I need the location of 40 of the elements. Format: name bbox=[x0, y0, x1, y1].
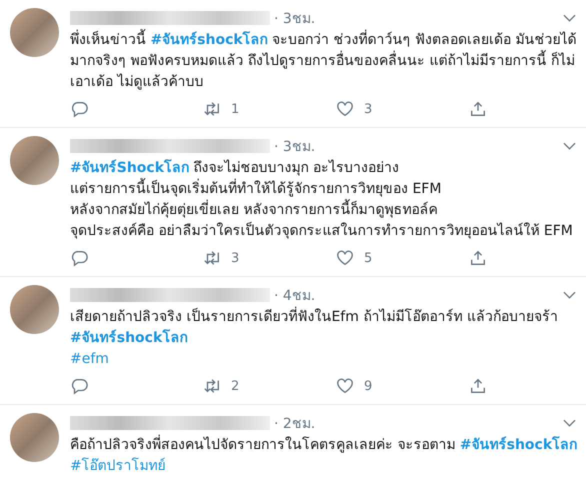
heart-icon[interactable] bbox=[336, 249, 354, 267]
tweet-time[interactable]: · 4ชม. bbox=[274, 284, 316, 306]
avatar[interactable] bbox=[10, 285, 59, 334]
share-icon[interactable] bbox=[469, 249, 487, 267]
hashtag-link[interactable]: #จันทร์shockโลก bbox=[460, 437, 578, 453]
reply-icon[interactable] bbox=[70, 249, 88, 267]
chevron-down-icon[interactable] bbox=[563, 14, 576, 22]
reply-icon[interactable] bbox=[70, 377, 88, 395]
hashtag-link[interactable]: #จันทร์shockโลก bbox=[70, 330, 188, 346]
tweet-time[interactable]: · 3ชม. bbox=[274, 135, 316, 157]
hashtag-link[interactable]: #จันทร์shockโลก bbox=[150, 32, 268, 48]
chevron-down-icon[interactable] bbox=[563, 419, 576, 427]
avatar[interactable] bbox=[10, 136, 59, 185]
avatar[interactable] bbox=[10, 413, 59, 462]
hashtag-link[interactable]: #โอ๊ตปราโมทย์ bbox=[70, 458, 166, 474]
hashtag-link[interactable]: #efm bbox=[70, 351, 109, 367]
share-icon[interactable] bbox=[469, 100, 487, 118]
tweet-text: เสียดายถ้าปลิวจริง เป็นรายการเดียวที่ฟังในEfm ถ้าไม่มีโอ๊ตอาร์ท แล้วก้อบายจร้า #จันทร์shockโลก #efm bbox=[70, 307, 576, 370]
like-count: 9 bbox=[364, 378, 372, 394]
retweet-icon[interactable] bbox=[203, 249, 221, 267]
share-icon[interactable] bbox=[469, 377, 487, 395]
tweet-time[interactable]: · 2ชม. bbox=[274, 412, 316, 434]
retweet-count: 1 bbox=[231, 102, 240, 116]
tweet-text: #จันทร์Shockโลก ถึงจะไม่ชอบบางมุก อะไรบางอย่าง แต่รายการนี้เป็นจุดเริ่มต้นที่ทำให้ได้รู้จักรายการวิทยุของ EFM หลังจากสมัยไก่คุ้ยตุ่ยเขี่ยเลย หลังจากรายการนี้ก็มาดูพุธทอล์ค จุดประสงค์คือ อย่าลืมว่าใครเป็นตัวจุดกระแสในการทำรายการวิทยุออนไลน์ให้ EFM bbox=[70, 158, 574, 241]
avatar[interactable] bbox=[10, 8, 59, 57]
retweet-count: 3 bbox=[231, 250, 240, 266]
retweet-count: 2 bbox=[231, 378, 240, 394]
heart-icon[interactable] bbox=[336, 100, 354, 118]
retweet-icon[interactable] bbox=[203, 377, 221, 395]
chevron-down-icon[interactable] bbox=[563, 291, 576, 299]
retweet-icon[interactable] bbox=[203, 100, 221, 118]
reply-icon[interactable] bbox=[70, 100, 88, 118]
heart-icon[interactable] bbox=[336, 377, 354, 395]
tweet-time[interactable]: · 3ชม. bbox=[274, 7, 316, 29]
tweet-text: พึ่งเห็นข่าวนี้ #จันทร์shockโลก จะบอกว่า ช่วงที่ดาว์นๆ ฟังตลอดเลยเด้อ มันช่วยได้ มากจริงๆ พอฟังครบหมดแล้ว ถึงไปดูรายการอื่นของคลื่นนะ แต่ถ้าไม่มีรายการนี้ ก็ไม่ เอาเด้อ ไม่ดูแล้วค้าบบ bbox=[70, 30, 576, 93]
like-count: 5 bbox=[364, 250, 372, 266]
like-count: 3 bbox=[364, 102, 372, 116]
tweet-text: คือถ้าปลิวจริงพี่สองคนไปจัดรายการในโคตรคูลเลยค่ะ จะรอตาม #จันทร์shockโลก #โอ๊ตปราโมทย์ bbox=[70, 435, 576, 477]
chevron-down-icon[interactable] bbox=[563, 142, 576, 150]
hashtag-link[interactable]: #จันทร์Shockโลก bbox=[70, 160, 190, 176]
